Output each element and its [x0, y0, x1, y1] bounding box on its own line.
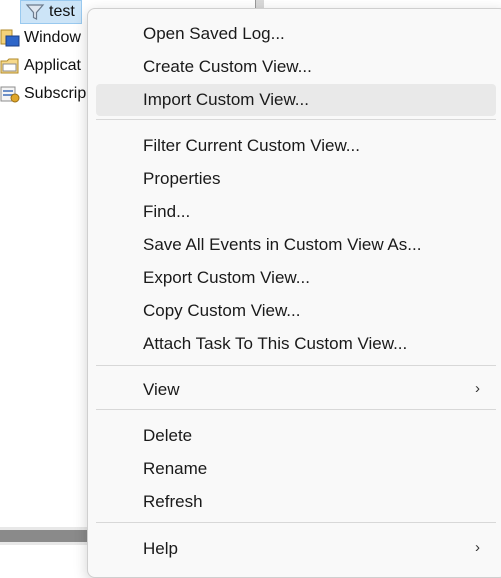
menu-item-properties[interactable]: Properties	[96, 163, 496, 195]
menu-item-label: Save All Events in Custom View As...	[143, 235, 422, 254]
menu-item-rename[interactable]: Rename	[96, 453, 496, 485]
menu-item-delete[interactable]: Delete	[96, 420, 496, 452]
menu-item-label: Create Custom View...	[143, 57, 312, 76]
menu-item-create-custom-view[interactable]: Create Custom View...	[96, 51, 496, 83]
tree-item-test[interactable]: test	[20, 0, 82, 24]
filter-funnel-icon	[25, 2, 45, 22]
menu-item-open-saved-log[interactable]: Open Saved Log...	[96, 18, 496, 50]
navigation-tree: test Window Applicat Subscrip	[0, 0, 90, 566]
tree-item-label: test	[49, 3, 75, 20]
menu-separator	[96, 365, 496, 366]
applications-logs-folder-icon	[0, 56, 20, 76]
context-menu: Open Saved Log... Create Custom View... …	[87, 8, 501, 578]
menu-separator	[96, 522, 496, 523]
chevron-right-icon: ›	[475, 539, 480, 556]
menu-separator	[96, 409, 496, 410]
subscriptions-icon	[0, 84, 20, 104]
menu-item-label: Help	[143, 539, 178, 558]
menu-item-help[interactable]: Help ›	[96, 533, 496, 565]
menu-item-label: Find...	[143, 202, 191, 221]
tree-item-windows-logs[interactable]: Window	[0, 26, 81, 50]
chevron-right-icon: ›	[475, 380, 480, 397]
menu-item-label: Open Saved Log...	[143, 24, 285, 43]
menu-item-label: Rename	[143, 459, 208, 478]
menu-item-label: View	[143, 380, 180, 399]
menu-item-label: Properties	[143, 169, 221, 188]
menu-item-import-custom-view[interactable]: Import Custom View...	[96, 84, 496, 116]
tree-item-applications[interactable]: Applicat	[0, 54, 81, 78]
menu-item-label: Attach Task To This Custom View...	[143, 334, 408, 353]
menu-item-label: Refresh	[143, 492, 203, 511]
menu-item-find[interactable]: Find...	[96, 196, 496, 228]
menu-item-label: Filter Current Custom View...	[143, 136, 360, 155]
tree-item-label: Window	[24, 29, 81, 46]
menu-item-refresh[interactable]: Refresh	[96, 486, 496, 518]
menu-item-save-all-events[interactable]: Save All Events in Custom View As...	[96, 229, 496, 261]
menu-item-export-custom-view[interactable]: Export Custom View...	[96, 262, 496, 294]
menu-item-label: Delete	[143, 426, 193, 445]
menu-item-label: Copy Custom View...	[143, 301, 301, 320]
tree-item-label: Applicat	[24, 57, 81, 74]
menu-item-attach-task[interactable]: Attach Task To This Custom View...	[96, 328, 496, 360]
menu-item-filter-current-custom-view[interactable]: Filter Current Custom View...	[96, 130, 496, 162]
menu-item-label: Export Custom View...	[143, 268, 310, 287]
tree-item-subscriptions[interactable]: Subscrip	[0, 82, 86, 106]
scrollbar-thumb[interactable]	[0, 530, 90, 542]
menu-item-view[interactable]: View ›	[96, 374, 496, 406]
menu-item-copy-custom-view[interactable]: Copy Custom View...	[96, 295, 496, 327]
menu-separator	[96, 119, 496, 120]
windows-logs-icon	[0, 28, 20, 48]
tree-item-label: Subscrip	[24, 85, 87, 102]
menu-item-label: Import Custom View...	[143, 90, 309, 109]
